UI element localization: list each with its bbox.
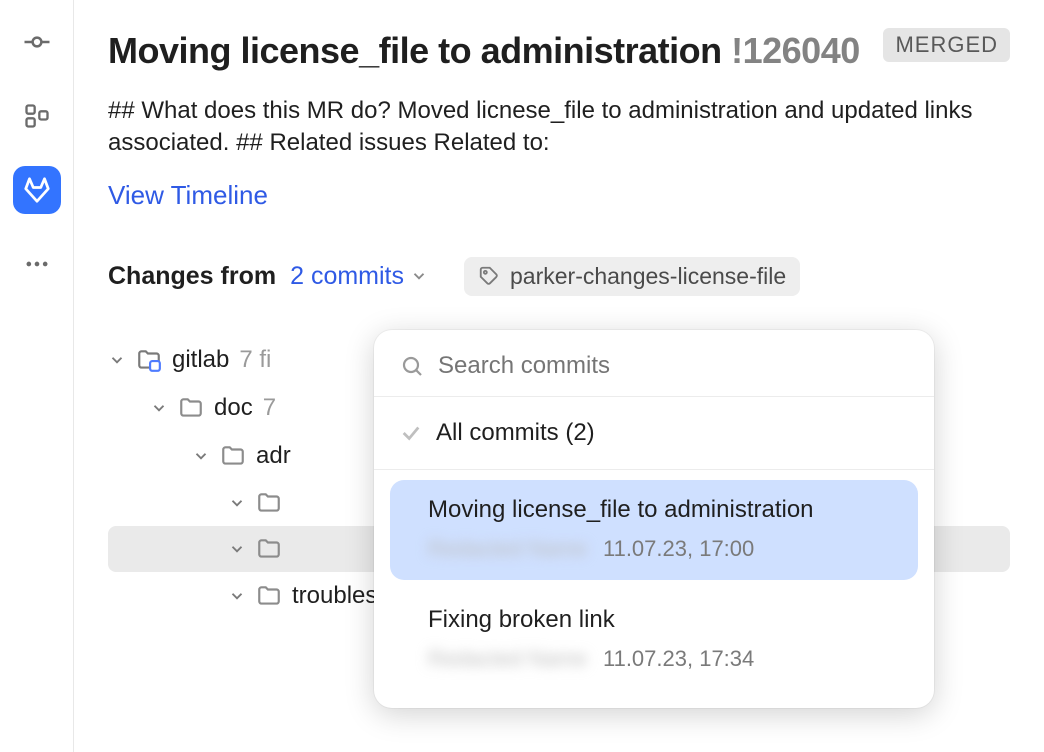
check-icon: [400, 422, 422, 444]
commit-author: Redacted Name: [428, 536, 587, 562]
mr-title: Moving license_file to administration !1…: [108, 28, 860, 73]
all-commits-option[interactable]: All commits (2): [374, 397, 934, 470]
search-icon: [400, 354, 424, 378]
chevron-down-icon: [228, 587, 246, 605]
commit-item[interactable]: Moving license_file to administration Re…: [390, 480, 918, 580]
panels-icon[interactable]: [13, 92, 61, 140]
commit-item[interactable]: Fixing broken link Redacted Name 11.07.2…: [390, 590, 918, 690]
chevron-down-icon: [228, 540, 246, 558]
gitlab-icon[interactable]: [13, 166, 61, 214]
commit-date: 11.07.23, 17:34: [603, 646, 754, 672]
folder-icon: [220, 443, 246, 469]
chevron-down-icon: [228, 494, 246, 512]
folder-icon: [178, 395, 204, 421]
changes-from-label: Changes from: [108, 262, 276, 291]
chevron-down-icon: [410, 267, 428, 285]
view-timeline-link[interactable]: View Timeline: [108, 180, 268, 211]
status-badge: MERGED: [883, 28, 1010, 62]
commits-dropdown: All commits (2) Moving license_file to a…: [374, 330, 934, 708]
commit-title: Moving license_file to administration: [428, 496, 900, 524]
branch-tag[interactable]: parker-changes-license-file: [464, 257, 800, 296]
commits-search-row: [374, 338, 934, 397]
repo-folder-icon: [136, 347, 162, 373]
mr-description: ## What does this MR do? Moved licnese_f…: [108, 95, 1010, 160]
tag-icon: [478, 265, 500, 287]
more-icon[interactable]: [13, 240, 61, 288]
mr-id: !126040: [731, 30, 860, 71]
commit-graph-icon[interactable]: [13, 18, 61, 66]
commit-title: Fixing broken link: [428, 606, 900, 634]
chevron-down-icon: [150, 399, 168, 417]
commits-search-input[interactable]: [438, 352, 908, 380]
commit-author: Redacted Name: [428, 646, 587, 672]
main-panel: Moving license_file to administration !1…: [74, 0, 1044, 752]
chevron-down-icon: [108, 351, 126, 369]
commit-date: 11.07.23, 17:00: [603, 536, 754, 562]
changes-row: Changes from 2 commits parker-changes-li…: [108, 257, 1010, 296]
folder-icon: [256, 490, 282, 516]
chevron-down-icon: [192, 447, 210, 465]
folder-icon: [256, 536, 282, 562]
folder-icon: [256, 583, 282, 609]
commits-dropdown-trigger[interactable]: 2 commits: [290, 262, 428, 291]
left-sidebar: [0, 0, 74, 752]
